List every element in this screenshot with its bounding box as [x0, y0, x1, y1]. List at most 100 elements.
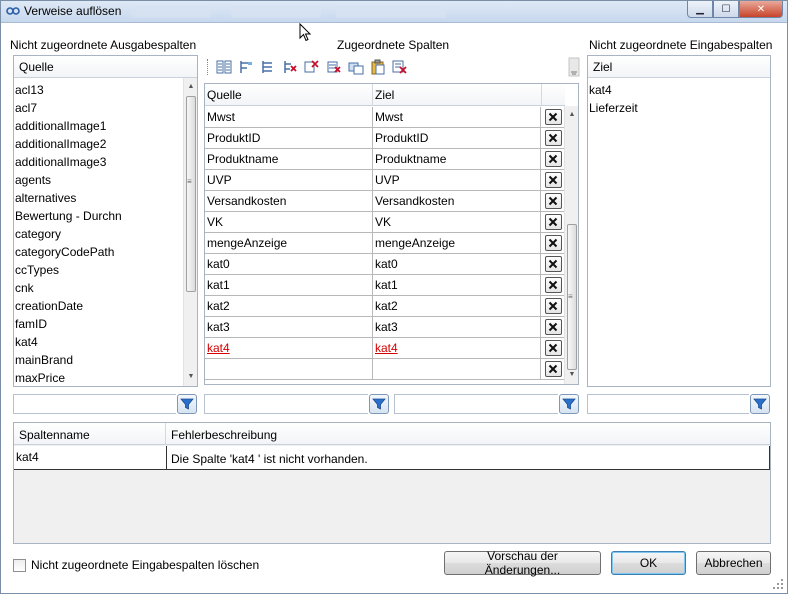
scrollbar-thumb[interactable]: [186, 96, 196, 292]
map-by-name-icon[interactable]: [259, 58, 277, 76]
list-item[interactable]: categoryCodePath: [15, 243, 122, 261]
error-row[interactable]: kat4 Die Spalte 'kat4 ' ist nicht vorhan…: [14, 446, 770, 470]
grid-cell-target[interactable]: UVP: [373, 170, 541, 190]
grid-cell-source[interactable]: [205, 359, 373, 379]
grid-cell-source[interactable]: kat4: [205, 338, 373, 358]
table-row[interactable]: UVP UVP: [205, 170, 565, 191]
list-item[interactable]: ccTypes: [15, 261, 122, 279]
right-filter-input[interactable]: [587, 394, 749, 414]
table-row[interactable]: ProduktID ProduktID: [205, 128, 565, 149]
unmapped-input-list[interactable]: Ziel kat4 Lieferzeit: [587, 55, 771, 387]
grid-cell-source[interactable]: mengeAnzeige: [205, 233, 373, 253]
preview-changes-button[interactable]: Vorschau der Änderungen...: [444, 549, 601, 577]
delete-mapping-button[interactable]: [544, 256, 562, 272]
grid-cell-target[interactable]: kat2: [373, 296, 541, 316]
table-row[interactable]: kat0 kat0: [205, 254, 565, 275]
list-item[interactable]: additionalImage2: [15, 135, 122, 153]
grid-cell-source[interactable]: kat0: [205, 254, 373, 274]
map-selected-icon[interactable]: [237, 58, 255, 76]
delete-invalid-icon[interactable]: [325, 58, 343, 76]
list-item[interactable]: additionalImage1: [15, 117, 122, 135]
remove-mapping-icon[interactable]: [281, 58, 299, 76]
delete-mapping-button[interactable]: [544, 151, 562, 167]
grid-header-target[interactable]: Ziel: [373, 84, 542, 106]
table-row[interactable]: Versandkosten Versandkosten: [205, 191, 565, 212]
delete-mapping-button[interactable]: [544, 214, 562, 230]
list-item[interactable]: kat4: [15, 333, 122, 351]
grid-target-filter-button[interactable]: [559, 394, 579, 414]
cancel-button[interactable]: Abbrechen: [696, 551, 771, 575]
map-all-icon[interactable]: [215, 58, 233, 76]
table-row[interactable]: kat3 kat3: [205, 317, 565, 338]
ok-button[interactable]: OK: [611, 551, 686, 575]
grid-cell-source[interactable]: ProduktID: [205, 128, 373, 148]
left-list-scrollbar[interactable]: ▲ ≡ ▼: [183, 78, 197, 386]
list-item[interactable]: agents: [15, 171, 122, 189]
delete-mapping-button[interactable]: [544, 319, 562, 335]
table-row[interactable]: [205, 359, 565, 380]
paste-icon[interactable]: [369, 58, 387, 76]
table-row[interactable]: kat1 kat1: [205, 275, 565, 296]
grid-cell-target[interactable]: mengeAnzeige: [373, 233, 541, 253]
list-item[interactable]: acl13: [15, 81, 122, 99]
list-item[interactable]: mainBrand: [15, 351, 122, 369]
table-row[interactable]: kat2 kat2: [205, 296, 565, 317]
grid-cell-source[interactable]: Mwst: [205, 107, 373, 127]
grid-cell-target[interactable]: VK: [373, 212, 541, 232]
grid-cell-target[interactable]: kat3: [373, 317, 541, 337]
table-row[interactable]: Produktname Produktname: [205, 149, 565, 170]
grid-cell-source[interactable]: UVP: [205, 170, 373, 190]
grid-cell-source[interactable]: kat3: [205, 317, 373, 337]
copy-icon[interactable]: [347, 58, 365, 76]
close-button[interactable]: ✕: [739, 1, 783, 18]
delete-mapping-button[interactable]: [544, 172, 562, 188]
scroll-up-icon[interactable]: ▲: [565, 108, 579, 122]
grid-target-filter-input[interactable]: [394, 394, 558, 414]
minimize-button[interactable]: ▁: [687, 1, 713, 18]
list-item[interactable]: acl7: [15, 99, 122, 117]
list-item[interactable]: maxPrice: [15, 369, 122, 387]
title-bar[interactable]: Verweise auflösen ▁ ☐ ✕: [1, 1, 787, 23]
remove-all-icon[interactable]: [303, 58, 321, 76]
list-header-ziel[interactable]: Ziel: [588, 56, 770, 78]
grid-cell-target[interactable]: kat1: [373, 275, 541, 295]
grid-cell-source[interactable]: Produktname: [205, 149, 373, 169]
grid-cell-source[interactable]: VK: [205, 212, 373, 232]
right-filter-button[interactable]: [750, 394, 770, 414]
left-filter-button[interactable]: [177, 394, 197, 414]
clear-icon[interactable]: [391, 58, 409, 76]
grid-scrollbar[interactable]: ▲ ≡ ▼: [564, 106, 578, 384]
table-row[interactable]: Mwst Mwst: [205, 107, 565, 128]
delete-mapping-button[interactable]: [544, 361, 562, 377]
delete-mapping-button[interactable]: [544, 340, 562, 356]
list-header-quelle[interactable]: Quelle: [14, 56, 197, 78]
error-header-column[interactable]: Spaltenname: [14, 423, 166, 445]
grid-cell-target[interactable]: [373, 359, 541, 379]
maximize-button[interactable]: ☐: [713, 1, 739, 18]
error-list[interactable]: Spaltenname Fehlerbeschreibung kat4 Die …: [13, 422, 771, 544]
grid-cell-target[interactable]: Mwst: [373, 107, 541, 127]
grid-cell-source[interactable]: kat1: [205, 275, 373, 295]
scroll-down-icon[interactable]: ▼: [184, 370, 198, 384]
delete-mapping-button[interactable]: [544, 193, 562, 209]
delete-mapping-button[interactable]: [544, 109, 562, 125]
list-item[interactable]: additionalImage3: [15, 153, 122, 171]
list-item[interactable]: creationDate: [15, 297, 122, 315]
grid-source-filter-button[interactable]: [369, 394, 389, 414]
delete-mapping-button[interactable]: [544, 235, 562, 251]
list-item[interactable]: category: [15, 225, 122, 243]
table-row[interactable]: kat4 kat4: [205, 338, 565, 359]
list-item[interactable]: kat4: [589, 81, 638, 99]
list-item[interactable]: famID: [15, 315, 122, 333]
grid-cell-source[interactable]: kat2: [205, 296, 373, 316]
unmapped-output-list[interactable]: Quelle acl13 acl7 additionalImage1 addition…: [13, 55, 198, 387]
left-filter-input[interactable]: [13, 394, 176, 414]
error-header-description[interactable]: Fehlerbeschreibung: [166, 423, 282, 445]
delete-mapping-button[interactable]: [544, 130, 562, 146]
grid-header-source[interactable]: Quelle: [205, 84, 373, 106]
delete-mapping-button[interactable]: [544, 298, 562, 314]
grid-cell-target[interactable]: ProduktID: [373, 128, 541, 148]
table-row[interactable]: mengeAnzeige mengeAnzeige: [205, 233, 565, 254]
grid-source-filter-input[interactable]: [204, 394, 368, 414]
list-item[interactable]: cnk: [15, 279, 122, 297]
